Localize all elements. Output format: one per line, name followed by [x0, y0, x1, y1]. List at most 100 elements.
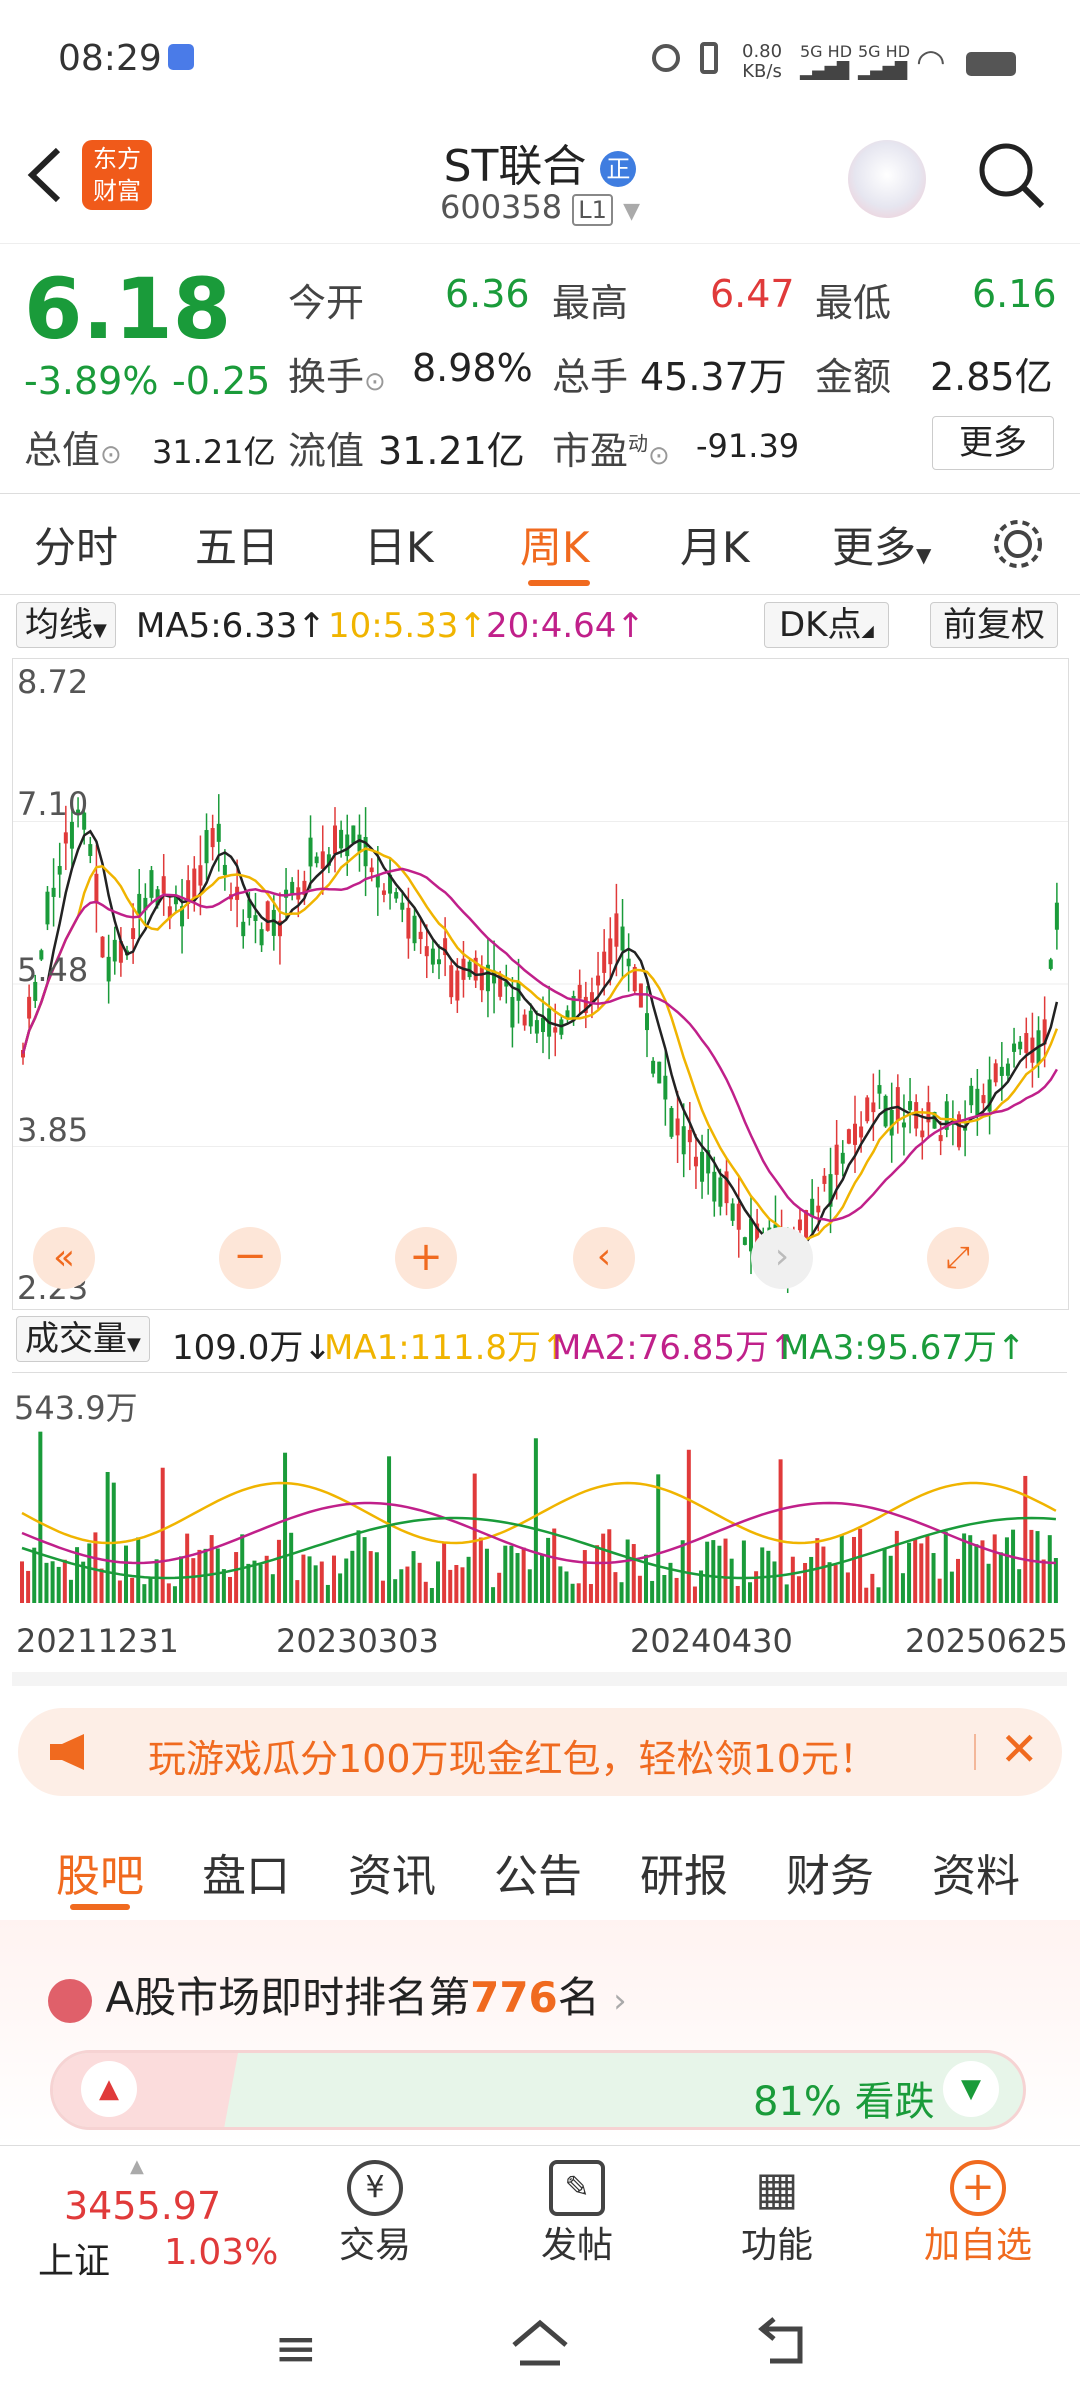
net-speed-value: 0.80: [742, 41, 783, 62]
ma-row: 均线▼ MA5:6.33↑ 10:5.33↑ 20:4.64↑ DK点◢ 前复权: [0, 598, 1080, 654]
feed-tab-profile[interactable]: 资料: [932, 1840, 1020, 1904]
post-button[interactable]: ✎ 发帖: [522, 2160, 632, 2268]
step-right-button[interactable]: ›: [751, 1227, 813, 1289]
ma5-value: MA5:6.33↑: [136, 606, 326, 646]
candle-body: [198, 865, 203, 886]
function-button[interactable]: ▦ 功能: [722, 2160, 832, 2268]
volume-bar: [87, 1543, 92, 1603]
trade-button[interactable]: ¥ 交易: [320, 2160, 430, 2268]
rank-prefix: A股市场即时排名第: [105, 1973, 471, 2022]
candle-body: [908, 1101, 913, 1111]
candle-body: [412, 915, 417, 944]
candle-body: [681, 1126, 686, 1155]
pe-value: -91.39: [696, 427, 800, 465]
alarm-icon: [652, 44, 680, 72]
fullscreen-button[interactable]: ⤢: [927, 1227, 989, 1289]
candle-body: [822, 1175, 827, 1184]
status-time: 08:29: [58, 38, 162, 79]
net-speed-unit: KB/s: [742, 61, 782, 82]
stock-code: 600358: [439, 188, 563, 226]
banner-divider: [974, 1734, 976, 1770]
search-button[interactable]: [976, 140, 1048, 212]
feed-tab-announcements[interactable]: 公告: [494, 1840, 582, 1904]
rank-panel: A股市场即时排名第776名 › ▲ 81% 看跌 ▼: [0, 1920, 1080, 2145]
volume-bar: [234, 1552, 239, 1603]
float-label: 流值: [288, 429, 365, 473]
tab-five-day[interactable]: 五日: [195, 514, 279, 575]
bearish-button[interactable]: ▼: [943, 2061, 999, 2117]
close-banner-button[interactable]: ✕: [1000, 1722, 1039, 1776]
volume-bar: [478, 1537, 483, 1603]
candle-body: [369, 867, 374, 873]
candle-body: [969, 1085, 974, 1106]
volume-bar: [209, 1535, 214, 1603]
volume-bar: [540, 1554, 544, 1603]
info-icon: ⊙: [100, 440, 122, 470]
tab-intraday[interactable]: 分时: [34, 514, 118, 575]
add-watchlist-button[interactable]: + 加自选: [908, 2160, 1048, 2268]
adjust-button[interactable]: 前复权: [930, 602, 1058, 648]
scroll-left-button[interactable]: «: [33, 1227, 95, 1289]
feed-tab-finance[interactable]: 财务: [786, 1840, 874, 1904]
robot-avatar[interactable]: [848, 140, 926, 218]
kline-chart[interactable]: 8.72 7.10 5.48 3.85 2.23 « − + ‹ › ⤢: [12, 658, 1069, 1310]
bullish-button[interactable]: ▲: [81, 2061, 137, 2117]
wifi-icon: ◠: [916, 42, 946, 82]
candle-body: [333, 825, 337, 854]
index-change: 1.03%: [164, 2232, 279, 2273]
more-button[interactable]: 更多: [932, 416, 1054, 470]
candle-body: [687, 1129, 692, 1143]
feed-tab-orderbook[interactable]: 盘口: [202, 1840, 290, 1904]
volume-chart[interactable]: 543.9万: [12, 1372, 1067, 1613]
candle-body: [510, 996, 515, 1028]
dk-point-button[interactable]: DK点◢: [764, 602, 889, 648]
candle-body: [736, 1203, 741, 1230]
turnover-label: 换手⊙: [288, 346, 386, 401]
tab-more[interactable]: 更多▼: [832, 514, 931, 575]
volume-bar: [454, 1564, 459, 1603]
sentiment-label: 81% 看跌: [753, 2079, 935, 2125]
candle-body: [94, 873, 99, 904]
volume-bar: [674, 1577, 679, 1603]
volume-bar: [136, 1537, 141, 1603]
home-nav-button[interactable]: [508, 2315, 572, 2375]
volume-value: 109.0万↓: [172, 1328, 332, 1368]
step-left-button[interactable]: ‹: [573, 1227, 635, 1289]
volume-bar: [1017, 1569, 1022, 1603]
settings-button[interactable]: [990, 516, 1046, 576]
volume-bar: [20, 1561, 24, 1603]
volume-bar: [656, 1474, 661, 1603]
gear-icon: [994, 520, 1042, 568]
volume-bar: [778, 1459, 783, 1603]
back-nav-button[interactable]: [752, 2315, 816, 2375]
volume-bar: [1041, 1559, 1046, 1603]
volume-selector[interactable]: 成交量▼: [16, 1316, 150, 1362]
ma-selector[interactable]: 均线▼: [16, 602, 116, 648]
candle-body: [999, 1066, 1004, 1076]
feed-tab-forum[interactable]: 股吧: [56, 1840, 144, 1904]
volume-bar: [570, 1583, 575, 1603]
promo-banner[interactable]: 玩游戏瓜分100万现金红包，轻松领10元！ ✕: [18, 1708, 1062, 1796]
volume-axis-max: 543.9万: [14, 1389, 138, 1427]
candle-body: [161, 876, 166, 894]
zoom-out-button[interactable]: −: [219, 1227, 281, 1289]
zoom-in-button[interactable]: +: [395, 1227, 457, 1289]
feed-tab-research[interactable]: 研报: [640, 1840, 728, 1904]
low-label: 最低: [815, 281, 892, 325]
sentiment-bar: ▲ 81% 看跌 ▼: [50, 2050, 1026, 2130]
info-icon: ⊙: [648, 441, 670, 471]
tab-weekly-k[interactable]: 周K: [520, 514, 590, 575]
tab-daily-k[interactable]: 日K: [364, 514, 434, 575]
candle-body: [100, 936, 105, 958]
menu-nav-button[interactable]: ≡: [274, 2319, 318, 2379]
volume-selector-label: 成交量: [25, 1319, 127, 1359]
feed-tab-news[interactable]: 资讯: [348, 1840, 436, 1904]
rank-row[interactable]: A股市场即时排名第776名 ›: [48, 1964, 627, 2025]
volume-bar: [270, 1574, 275, 1603]
tab-monthly-k[interactable]: 月K: [680, 514, 750, 575]
index-widget[interactable]: ▲ 3455.97 上证 1.03%: [30, 2156, 280, 2282]
pe-label-text: 市盈: [552, 429, 629, 473]
volume-bar: [845, 1572, 850, 1603]
candle-body: [730, 1203, 735, 1221]
candle-body: [553, 1027, 558, 1033]
